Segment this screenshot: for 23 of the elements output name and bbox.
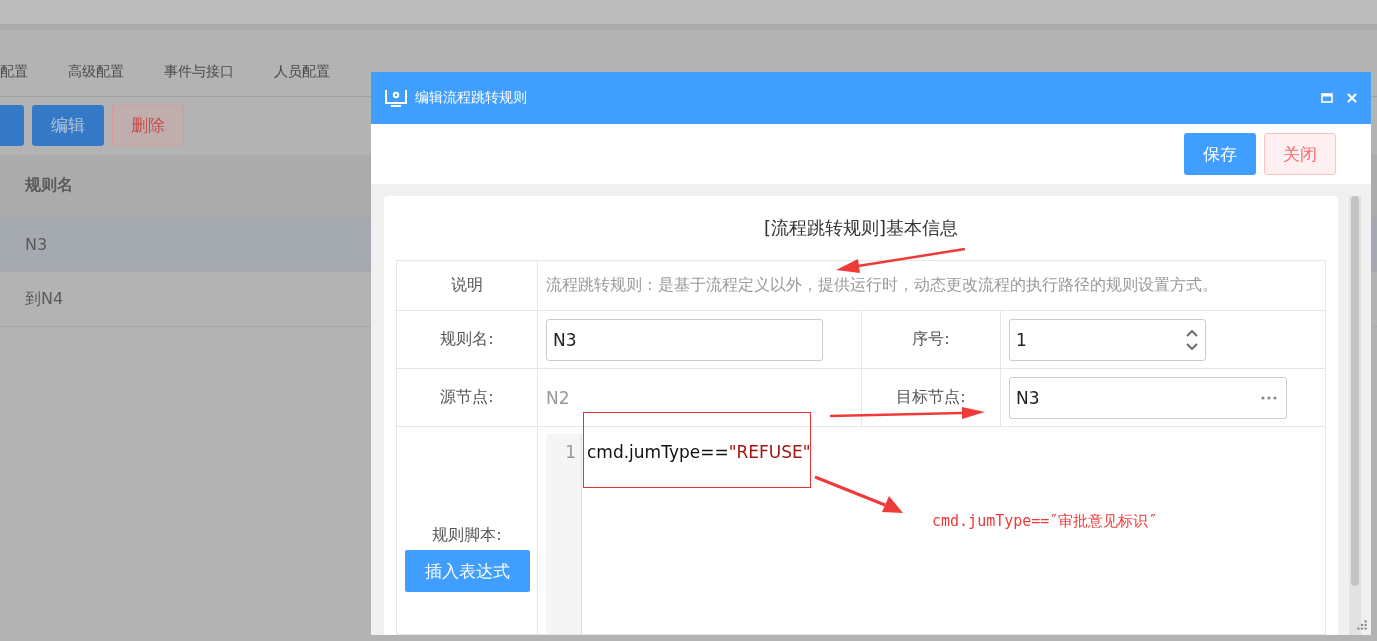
field-label: 说明 bbox=[397, 261, 538, 311]
source-value: N2 bbox=[546, 387, 570, 408]
field-label: 规则脚本: bbox=[432, 525, 502, 546]
tab[interactable]: 人员配置 bbox=[254, 63, 350, 81]
tab[interactable]: 事件与接口 bbox=[144, 63, 254, 81]
column-header: 规则名 bbox=[25, 175, 73, 196]
toolbar-button[interactable]: 编辑 bbox=[32, 105, 104, 146]
field-label: 序号: bbox=[862, 311, 1001, 369]
save-button[interactable]: 保存 bbox=[1184, 133, 1256, 175]
order-field[interactable]: 1 bbox=[1009, 318, 1206, 361]
code-line: cmd.jumType=="REFUSE" bbox=[587, 442, 811, 462]
insert-expression-button[interactable]: 插入表达式 bbox=[404, 550, 530, 592]
close-button[interactable]: 关闭 bbox=[1264, 133, 1336, 175]
target-field[interactable]: N3 bbox=[1009, 376, 1287, 419]
field-label: 规则名: bbox=[397, 311, 538, 369]
field-label: 源节点: bbox=[397, 369, 538, 427]
annotation-text: cmd.jumType==″审批意见标识″ bbox=[932, 512, 1158, 531]
tab[interactable]: 高级配置 bbox=[48, 63, 144, 81]
dialog-title: 编辑流程跳转规则 bbox=[415, 89, 528, 107]
tab[interactable]: 配置 bbox=[0, 63, 48, 81]
line-number: 1 bbox=[565, 442, 576, 462]
form-heading: [流程跳转规则]基本信息 bbox=[763, 216, 958, 240]
rule-name-field[interactable]: N3 bbox=[546, 318, 823, 361]
